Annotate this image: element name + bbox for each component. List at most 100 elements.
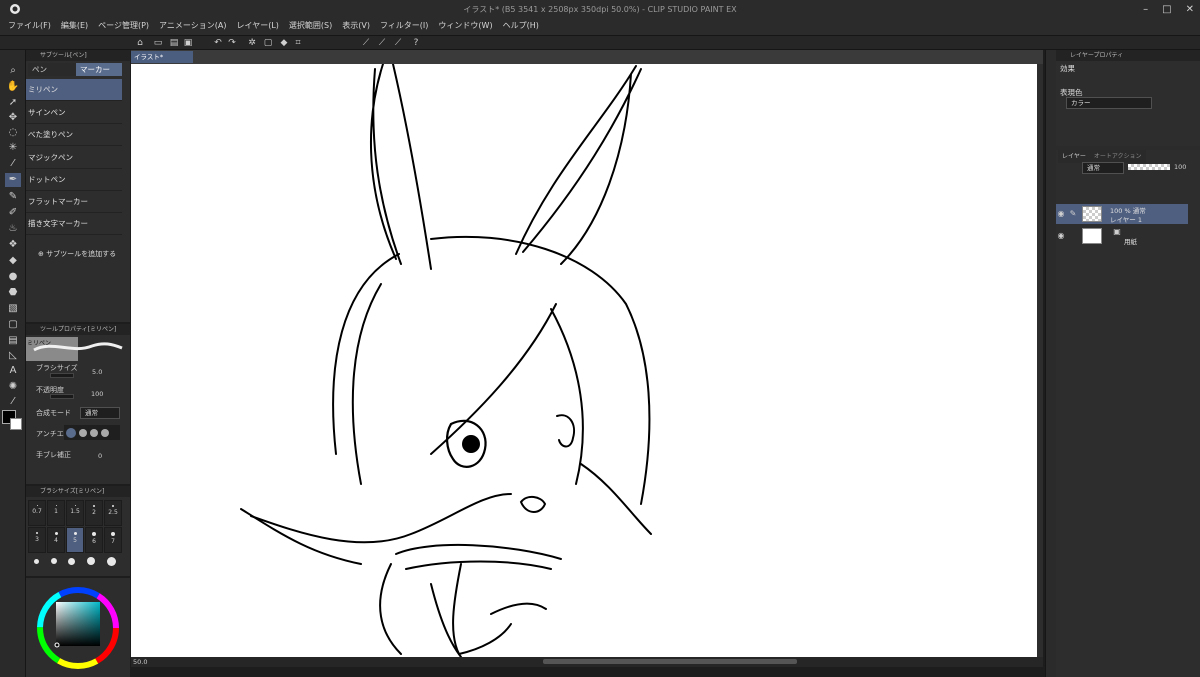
antialias-weak-icon[interactable] (79, 428, 87, 437)
airbrush-tool-icon[interactable]: ♨ (5, 222, 21, 236)
eyedropper-tool-icon[interactable]: ⁄ (5, 157, 21, 171)
save-icon[interactable]: ▣ (182, 37, 194, 49)
subtool-item[interactable]: マジックペン (26, 147, 122, 169)
color-mode-dropdown[interactable]: カラー (1066, 97, 1152, 109)
horizontal-scrollbar[interactable] (543, 659, 797, 664)
sub-color-swatch[interactable] (10, 418, 22, 430)
menu-edit[interactable]: 編集(E) (61, 18, 88, 34)
brush-size-preset[interactable] (33, 558, 39, 564)
document-tab[interactable]: イラスト* (131, 51, 193, 63)
brush-tool-icon[interactable]: ✐ (5, 206, 21, 220)
subtool-item[interactable]: ドットペン (26, 169, 122, 191)
color-wheel[interactable] (34, 584, 122, 672)
maximize-button[interactable]: □ (1162, 4, 1171, 15)
brush-size-preset[interactable] (87, 557, 96, 565)
opacity-value[interactable]: 100 (91, 390, 103, 398)
antialias-mid-icon[interactable] (90, 428, 98, 437)
brush-size-preset[interactable] (68, 557, 76, 565)
fill-tool-icon[interactable]: ⬣ (5, 286, 21, 300)
layer-row-paper[interactable]: ◉ ▣ 用紙 (1056, 226, 1188, 246)
eye-icon[interactable]: ◉ (1056, 231, 1066, 241)
ruler-snap-icon[interactable]: ⟋ (376, 37, 388, 49)
undo-icon[interactable]: ↶ (212, 37, 224, 49)
brush-size-slider[interactable] (50, 373, 74, 378)
menu-layer[interactable]: レイヤー(L) (236, 18, 278, 34)
brush-size-preset[interactable]: 1.5 (66, 500, 84, 526)
correct-line-tool-icon[interactable]: ⁄ (5, 395, 21, 409)
blend-mode-dropdown[interactable]: 通常 (80, 407, 120, 419)
menu-view[interactable]: 表示(V) (342, 18, 370, 34)
add-subtool-button[interactable]: ⊕ サブツールを追加する (38, 249, 116, 259)
subtool-item[interactable]: ミリペン (26, 79, 122, 101)
figure-tool-icon[interactable]: ▢ (5, 318, 21, 332)
new-file-icon[interactable]: ▭ (152, 37, 164, 49)
help-icon[interactable]: ? (410, 37, 422, 49)
ruler-tool-icon[interactable]: ◺ (5, 349, 21, 363)
brush-size-preset[interactable]: 1 (47, 500, 65, 526)
menu-animation[interactable]: アニメーション(A) (159, 18, 226, 34)
brush-size-preset[interactable]: 6 (85, 527, 103, 553)
antialias-none-icon[interactable] (66, 427, 76, 438)
hand-tool-icon[interactable]: ✋ (5, 80, 21, 94)
transform-icon[interactable]: ▢ (262, 37, 274, 49)
eye-icon[interactable]: ◉ (1056, 209, 1066, 219)
balloon-tool-icon[interactable]: ✺ (5, 380, 21, 394)
layer-opacity-value[interactable]: 100 (1174, 163, 1186, 171)
layer-blend-dropdown[interactable]: 通常 (1082, 162, 1124, 174)
subtool-item[interactable]: 描き文字マーカー (26, 213, 122, 235)
layer-row-active[interactable]: ◉ ✎ 100 % 通常 レイヤー 1 (1056, 204, 1188, 224)
drawing-canvas[interactable] (131, 64, 1037, 657)
redo-icon[interactable]: ↷ (226, 37, 238, 49)
menu-help[interactable]: ヘルプ(H) (503, 18, 539, 34)
brush-size-preset[interactable]: 2.5 (104, 500, 122, 526)
stabilization-value[interactable]: 0 (98, 452, 102, 460)
layer-opacity-slider[interactable] (1128, 164, 1170, 170)
zoom-tool-icon[interactable]: ⌕ (5, 64, 21, 78)
operation-tool-icon[interactable]: ➚ (5, 96, 21, 110)
pencil-tool-icon[interactable]: ✎ (5, 190, 21, 204)
lasso-tool-icon[interactable]: ◌ (5, 126, 21, 140)
brush-size-preset[interactable]: 0.7 (28, 500, 46, 526)
brush-size-preset-selected[interactable]: 5 (66, 527, 84, 553)
menu-page[interactable]: ページ管理(P) (98, 18, 149, 34)
menu-file[interactable]: ファイル(F) (8, 18, 51, 34)
brush-size-preset[interactable]: 4 (47, 527, 65, 553)
move-tool-icon[interactable]: ✥ (5, 111, 21, 125)
decoration-tool-icon[interactable]: ❖ (5, 238, 21, 252)
opacity-slider[interactable] (50, 394, 74, 399)
tab-pen[interactable]: ペン (28, 63, 76, 76)
antialias-selector[interactable] (64, 425, 120, 440)
brush-size-preset[interactable] (50, 558, 57, 564)
ruler-icon[interactable]: ⟋ (360, 37, 372, 49)
home-icon[interactable]: ⌂ (134, 37, 146, 49)
magic-wand-tool-icon[interactable]: ✳ (5, 141, 21, 155)
tab-marker[interactable]: マーカー (76, 63, 122, 76)
frame-tool-icon[interactable]: ▤ (5, 334, 21, 348)
subtool-item[interactable]: べた塗りペン (26, 124, 122, 146)
subtool-item[interactable]: サインペン (26, 102, 122, 124)
gradient-tool-icon[interactable]: ▧ (5, 302, 21, 316)
clear-icon[interactable]: ✲ (246, 37, 258, 49)
vertical-scrollbar[interactable] (1037, 64, 1043, 657)
scale-icon[interactable]: ⌗ (292, 37, 304, 49)
brush-size-preset[interactable]: 7 (104, 527, 122, 553)
antialias-strong-icon[interactable] (101, 428, 109, 437)
brush-size-preset[interactable]: 3 (28, 527, 46, 553)
text-tool-icon[interactable]: A (5, 364, 21, 378)
fill-icon[interactable]: ◆ (278, 37, 290, 49)
open-folder-icon[interactable]: ▤ (168, 37, 180, 49)
ruler-special-icon[interactable]: ⟋ (392, 37, 404, 49)
brush-size-preset[interactable] (107, 556, 117, 566)
menu-window[interactable]: ウィンドウ(W) (438, 18, 492, 34)
brush-size-value[interactable]: 5.0 (92, 368, 102, 376)
subtool-item[interactable]: フラットマーカー (26, 191, 122, 213)
close-button[interactable]: ✕ (1186, 4, 1194, 15)
eraser-tool-icon[interactable]: ◆ (5, 254, 21, 268)
zoom-value[interactable]: 50.0 (133, 658, 147, 666)
blend-tool-icon[interactable]: ● (5, 270, 21, 284)
menu-selection[interactable]: 選択範囲(S) (289, 18, 332, 34)
menu-filter[interactable]: フィルター(I) (380, 18, 428, 34)
brush-size-preset[interactable]: 2 (85, 500, 103, 526)
minimize-button[interactable]: – (1143, 4, 1148, 15)
pen-tool-icon[interactable]: ✒ (5, 173, 21, 187)
